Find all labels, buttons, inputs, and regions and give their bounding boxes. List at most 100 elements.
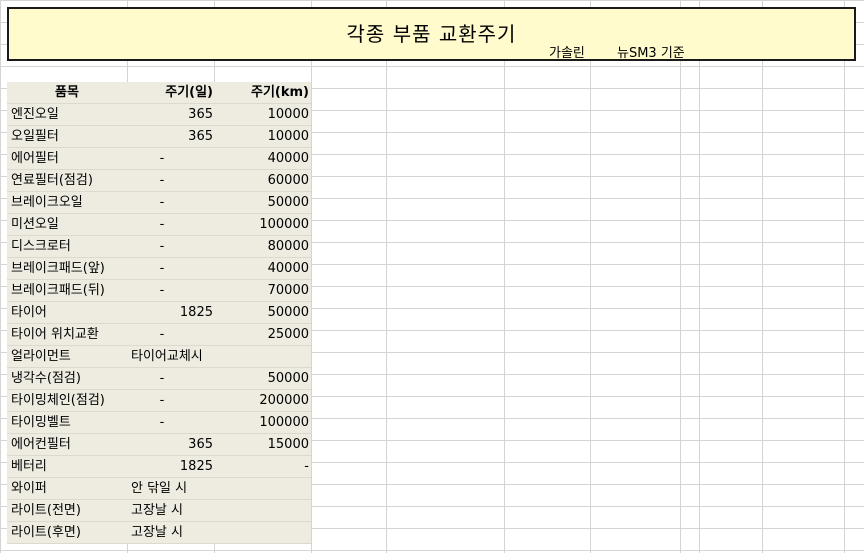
cycle-days-cell[interactable]: - [160,415,165,430]
cycle-km-cell[interactable]: 40000 [217,148,309,170]
table-row: 에어필터 - 40000 [7,148,311,170]
cycle-days-cell[interactable]: - [160,195,165,210]
item-name-cell[interactable]: 냉각수(점검) [11,368,81,390]
cycle-days-cell[interactable]: 365 [127,434,213,456]
table-row: 에어컨필터 365 15000 [7,434,311,456]
cycle-days-cell[interactable]: 타이어교체시 [131,346,203,368]
sheet-title: 각종 부품 교환주기 [346,22,517,46]
cycle-days-cell[interactable]: 안 닦일 시 [131,478,187,500]
cycle-days-cell[interactable]: - [160,173,165,188]
cycle-days-cell-wrapper: - [127,170,213,192]
item-name-cell[interactable]: 타이어 위치교환 [11,324,99,346]
cycle-km-cell[interactable]: - [217,456,309,478]
cycle-km-cell[interactable]: 10000 [217,104,309,126]
item-name-cell[interactable]: 라이트(후면) [11,522,81,544]
cycle-days-cell-wrapper: - [127,368,213,390]
table-row: 냉각수(점검) - 50000 [7,368,311,390]
cycle-days-cell[interactable]: - [160,283,165,298]
cycle-km-cell[interactable]: 100000 [217,214,309,236]
item-name-cell[interactable]: 베터리 [11,456,47,478]
item-name-cell[interactable]: 브레이크패드(앞) [11,258,105,280]
cycle-km-cell[interactable]: 200000 [217,390,309,412]
cycle-km-cell[interactable]: 10000 [217,126,309,148]
table-row: 라이트(전면) 고장날 시 [7,500,311,522]
cycle-days-cell-wrapper: - [127,192,213,214]
cycle-km-cell[interactable]: 50000 [217,192,309,214]
cycle-days-cell[interactable]: - [160,239,165,254]
column-divider [699,0,700,553]
header-cycle-km[interactable]: 주기(km) [217,82,309,104]
column-divider [680,0,681,553]
item-name-cell[interactable]: 미션오일 [11,214,59,236]
cycle-days-cell[interactable]: 365 [127,104,213,126]
item-name-cell[interactable]: 타이밍벨트 [11,412,71,434]
table-row: 디스크로터 - 80000 [7,236,311,258]
cycle-days-cell[interactable]: 고장날 시 [131,522,183,544]
table-row: 타이어 위치교환 - 25000 [7,324,311,346]
table-row: 베터리 1825- [7,456,311,478]
table-row: 타이밍체인(점검) - 200000 [7,390,311,412]
column-divider [590,0,591,553]
item-name-cell[interactable]: 타이어 [11,302,47,324]
column-divider [844,0,845,553]
cycle-days-cell[interactable]: - [160,151,165,166]
fuel-type-label: 가솔린 [549,46,585,61]
table-row: 얼라이먼트 타이어교체시 [7,346,311,368]
item-name-cell[interactable]: 라이트(전면) [11,500,81,522]
item-name-cell[interactable]: 오일필터 [11,126,59,148]
item-name-cell[interactable]: 엔진오일 [11,104,59,126]
column-divider [311,0,312,553]
cycle-days-cell[interactable]: 1825 [127,302,213,324]
column-divider [504,0,505,553]
cycle-days-cell[interactable]: - [160,393,165,408]
cycle-days-cell[interactable]: 고장날 시 [131,500,183,522]
cycle-days-cell[interactable]: - [160,327,165,342]
header-cycle-days[interactable]: 주기(일) [127,82,213,104]
item-name-cell[interactable]: 얼라이먼트 [11,346,71,368]
column-divider [762,0,763,553]
table-row: 엔진오일 365 10000 [7,104,311,126]
table-row: 타이밍벨트 - 100000 [7,412,311,434]
table-row: 브레이크오일 - 50000 [7,192,311,214]
item-name-cell[interactable]: 타이밍체인(점검) [11,390,105,412]
cycle-km-cell[interactable]: 60000 [217,170,309,192]
cycle-days-cell[interactable]: 1825 [127,456,213,478]
table-row: 연료필터(점검) - 60000 [7,170,311,192]
table-row: 미션오일 - 100000 [7,214,311,236]
cycle-km-cell[interactable]: 25000 [217,324,309,346]
cycle-days-cell-wrapper: - [127,390,213,412]
title-banner[interactable]: 각종 부품 교환주기 가솔린 뉴SM3 기준 [7,7,856,61]
cycle-days-cell[interactable]: - [160,371,165,386]
cycle-days-cell[interactable]: - [160,261,165,276]
cycle-km-cell[interactable]: 40000 [217,258,309,280]
table-row: 라이트(후면) 고장날 시 [7,522,311,544]
item-name-cell[interactable]: 와이퍼 [11,478,47,500]
item-name-cell[interactable]: 브레이크오일 [11,192,83,214]
item-name-cell[interactable]: 디스크로터 [11,236,71,258]
cycle-km-cell[interactable]: 70000 [217,280,309,302]
table-header-row: 품목 주기(일) 주기(km) [7,82,311,104]
cycle-days-cell-wrapper: - [127,412,213,434]
table-row: 브레이크패드(앞) - 40000 [7,258,311,280]
cycle-days-cell-wrapper: - [127,214,213,236]
item-name-cell[interactable]: 연료필터(점검) [11,170,93,192]
cycle-days-cell-wrapper: - [127,324,213,346]
cycle-days-cell-wrapper: - [127,280,213,302]
item-name-cell[interactable]: 브레이크패드(뒤) [11,280,105,302]
header-item[interactable]: 품목 [7,82,127,104]
cycle-days-cell-wrapper: - [127,258,213,280]
column-divider [386,0,387,553]
cycle-km-cell[interactable]: 80000 [217,236,309,258]
table-row: 와이퍼 안 닦일 시 [7,478,311,500]
item-name-cell[interactable]: 에어필터 [11,148,59,170]
cycle-km-cell[interactable]: 50000 [217,302,309,324]
cycle-days-cell[interactable]: - [160,217,165,232]
cycle-days-cell-wrapper: - [127,236,213,258]
cycle-km-cell[interactable]: 15000 [217,434,309,456]
item-name-cell[interactable]: 에어컨필터 [11,434,71,456]
cycle-km-cell[interactable]: 50000 [217,368,309,390]
cycle-days-cell[interactable]: 365 [127,126,213,148]
cycle-days-cell-wrapper: - [127,148,213,170]
table-row: 브레이크패드(뒤) - 70000 [7,280,311,302]
cycle-km-cell[interactable]: 100000 [217,412,309,434]
